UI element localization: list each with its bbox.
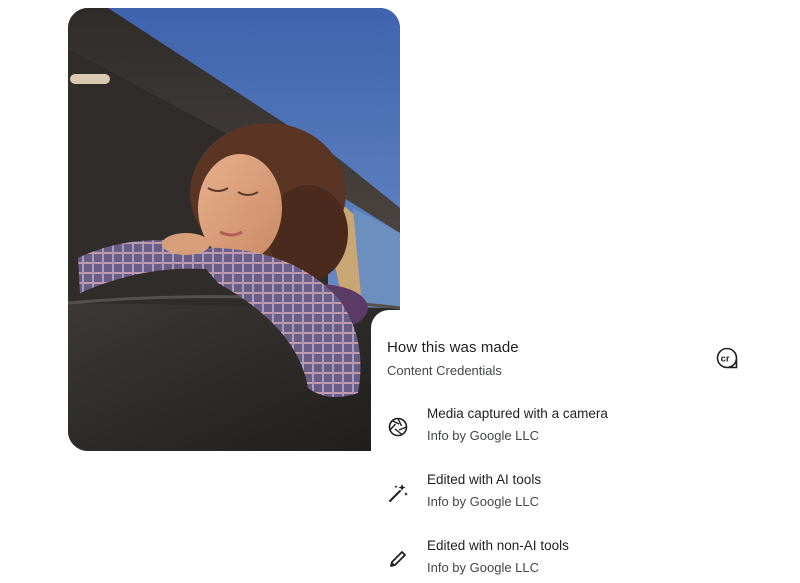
panel-title: How this was made — [387, 339, 519, 356]
row-title: Media captured with a camera — [427, 406, 608, 421]
list-item-non-ai-edits[interactable]: Edited with non-AI tools Info by Google … — [371, 538, 800, 582]
camera-shutter-icon — [387, 416, 409, 438]
svg-text:cr: cr — [721, 354, 730, 365]
content-credentials-cr-icon[interactable]: cr — [716, 347, 738, 369]
photo-preview — [68, 8, 400, 451]
pencil-icon — [387, 548, 409, 570]
row-source: Info by Google LLC — [427, 494, 540, 509]
magic-wand-icon — [387, 482, 409, 504]
row-source: Info by Google LLC — [427, 428, 540, 443]
list-item-ai-edits[interactable]: Edited with AI tools Info by Google LLC — [371, 472, 800, 516]
photo-image — [68, 8, 400, 451]
content-credentials-panel: How this was made Content Credentials cr… — [371, 310, 800, 583]
row-title: Edited with non-AI tools — [427, 538, 569, 553]
row-source: Info by Google LLC — [427, 560, 540, 575]
panel-subtitle: Content Credentials — [387, 363, 502, 378]
list-item-camera-capture[interactable]: Media captured with a camera Info by Goo… — [371, 406, 800, 450]
row-title: Edited with AI tools — [427, 472, 542, 487]
